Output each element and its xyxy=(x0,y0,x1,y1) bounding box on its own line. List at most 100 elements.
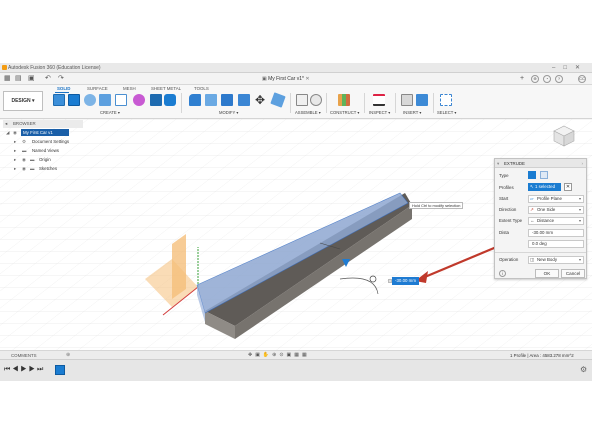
offset-plane-icon[interactable] xyxy=(338,94,350,106)
extent-type-select[interactable]: ↔ Distance ▾ xyxy=(528,217,584,225)
avatar[interactable]: CC xyxy=(578,75,586,83)
insert-image-icon[interactable] xyxy=(416,94,428,106)
fillet-icon[interactable] xyxy=(189,94,201,106)
select-group-label[interactable]: SELECT ▾ xyxy=(437,110,456,116)
profile-plane-icon: ▱ xyxy=(530,196,534,201)
form-icon[interactable] xyxy=(133,94,145,106)
browser-item-label: Sketches xyxy=(39,166,58,171)
shell-icon[interactable] xyxy=(221,94,233,106)
grid-menu-icon[interactable]: ▦ xyxy=(4,73,11,85)
expand-icon[interactable]: ▸ xyxy=(14,137,16,146)
revolve-icon[interactable] xyxy=(84,94,96,106)
collapse-icon[interactable]: ▾ xyxy=(497,159,499,168)
joint-icon[interactable] xyxy=(310,94,322,106)
new-tab-icon[interactable]: + xyxy=(520,73,524,85)
web-icon[interactable] xyxy=(164,94,176,106)
folder-icon: ▬ xyxy=(22,148,27,153)
ok-button[interactable]: OK xyxy=(535,269,559,278)
more-icon[interactable]: › xyxy=(582,159,583,168)
move-icon[interactable]: ✥ xyxy=(255,93,265,107)
undo-icon[interactable]: ↶ xyxy=(45,73,51,85)
new-sketch-icon[interactable] xyxy=(53,94,65,106)
expand-icon[interactable]: ◢ xyxy=(6,128,9,137)
extrude-type-solid-icon[interactable] xyxy=(528,171,536,179)
sweep-icon[interactable] xyxy=(99,94,111,106)
cancel-button[interactable]: Cancel xyxy=(561,269,585,278)
cursor-icon: ↖ xyxy=(530,184,534,189)
clear-selection-icon[interactable]: ✕ xyxy=(564,183,572,191)
operation-value: New Body xyxy=(537,257,558,262)
start-select[interactable]: ▱ Profile Plane ▾ xyxy=(528,195,584,203)
visibility-icon[interactable]: ◉ xyxy=(22,155,26,164)
insert-group-label[interactable]: INSERT ▾ xyxy=(403,110,421,116)
distance-label: Dista xyxy=(499,230,510,235)
rib-icon[interactable] xyxy=(150,94,162,106)
selection-tooltip: Hold Ctrl to modify selection xyxy=(409,202,464,209)
distance-dimension-input[interactable]: -30.00 mm xyxy=(392,277,419,285)
document-tab[interactable]: ▣ My First Car v1* ✕ xyxy=(262,73,310,85)
tab-surface[interactable]: SURFACE xyxy=(87,85,108,92)
angle-handle-icon[interactable] xyxy=(369,275,377,283)
expand-icon[interactable]: ▸ xyxy=(14,146,16,155)
gear-icon[interactable]: ⚙ xyxy=(580,365,587,375)
browser-item-label: Document Settings xyxy=(32,139,70,144)
extrude-icon[interactable] xyxy=(68,94,80,106)
fusion-360-window: Autodesk Fusion 360 (Education License) … xyxy=(0,0,592,444)
visibility-icon[interactable]: ◉ xyxy=(22,164,26,173)
tab-solid[interactable]: SOLID xyxy=(57,85,70,92)
new-component-icon[interactable] xyxy=(296,94,308,106)
modify-group-label[interactable]: MODIFY ▾ xyxy=(219,110,238,116)
select-icon[interactable] xyxy=(440,94,452,106)
assemble-group-label[interactable]: ASSEMBLE ▾ xyxy=(295,110,321,116)
browser-panel: ◂ BROWSER ◢ ◉ My First Car v1 ▸ ⚙ Docume… xyxy=(3,120,83,180)
distance-input[interactable]: -30.00 mm xyxy=(528,229,584,237)
measure-icon[interactable] xyxy=(373,94,385,106)
new-body-icon: ◫ xyxy=(530,257,535,262)
expand-icon[interactable]: ▸ xyxy=(14,155,16,164)
folder-icon: ▬ xyxy=(30,157,35,162)
visibility-icon[interactable]: ◉ xyxy=(13,128,17,137)
folder-icon: ▬ xyxy=(30,166,35,171)
tab-mesh[interactable]: MESH xyxy=(123,85,136,92)
notifications-icon[interactable]: ◔ xyxy=(543,75,551,83)
operation-select[interactable]: ◫ New Body ▾ xyxy=(528,256,584,264)
expand-icon[interactable]: ▸ xyxy=(14,164,16,173)
start-value: Profile Plane xyxy=(537,196,562,201)
extensions-icon[interactable]: ⊕ xyxy=(531,75,539,83)
help-icon[interactable]: i xyxy=(499,270,506,277)
help-icon[interactable]: ? xyxy=(555,75,563,83)
profiles-selection-button[interactable]: ↖ 1 selected xyxy=(528,183,561,191)
one-side-icon: ↗ xyxy=(530,207,534,212)
dimension-grip-icon[interactable] xyxy=(388,279,392,283)
loft-icon[interactable] xyxy=(115,94,127,106)
insert-derive-icon[interactable] xyxy=(401,94,413,106)
save-icon[interactable]: ▣ xyxy=(28,73,35,85)
timeline-sketch-feature-icon[interactable] xyxy=(55,365,65,375)
tab-sheet-metal[interactable]: SHEET METAL xyxy=(151,85,181,92)
file-icon[interactable]: ▤ xyxy=(15,73,22,85)
chevron-down-icon: ▾ xyxy=(578,196,581,201)
timeline-playback-controls[interactable]: ⏮◀▶▶⏭ xyxy=(4,365,45,375)
extrude-dialog-header[interactable]: ▾ EXTRUDE › xyxy=(495,159,586,168)
group-separator xyxy=(290,93,291,113)
direction-select[interactable]: ↗ One Side ▾ xyxy=(528,206,584,214)
workspace-switcher-button[interactable]: DESIGN ▾ xyxy=(3,91,43,111)
browser-header[interactable]: ◂ BROWSER xyxy=(3,120,83,128)
inspect-group-label[interactable]: INSPECT ▾ xyxy=(369,110,390,116)
press-pull-icon[interactable] xyxy=(238,94,250,106)
create-group-label[interactable]: CREATE ▾ xyxy=(100,110,120,116)
group-separator xyxy=(395,93,396,113)
combine-icon[interactable] xyxy=(270,92,286,108)
view-cube[interactable] xyxy=(553,124,575,148)
window-controls[interactable]: –□✕ xyxy=(552,63,588,73)
construct-group-label[interactable]: CONSTRUCT ▾ xyxy=(330,110,359,116)
direction-value: One Side xyxy=(537,207,556,212)
title-bar: Autodesk Fusion 360 (Education License) … xyxy=(0,63,592,73)
collapse-icon[interactable]: ◂ xyxy=(5,120,7,128)
close-tab-icon[interactable]: ✕ xyxy=(304,76,309,82)
chamfer-icon[interactable] xyxy=(205,94,217,106)
taper-angle-input[interactable]: 0.0 deg xyxy=(528,240,584,248)
extrude-type-thin-icon[interactable] xyxy=(540,171,548,179)
redo-icon[interactable]: ↷ xyxy=(58,73,64,85)
tab-tools[interactable]: TOOLS xyxy=(194,85,209,92)
